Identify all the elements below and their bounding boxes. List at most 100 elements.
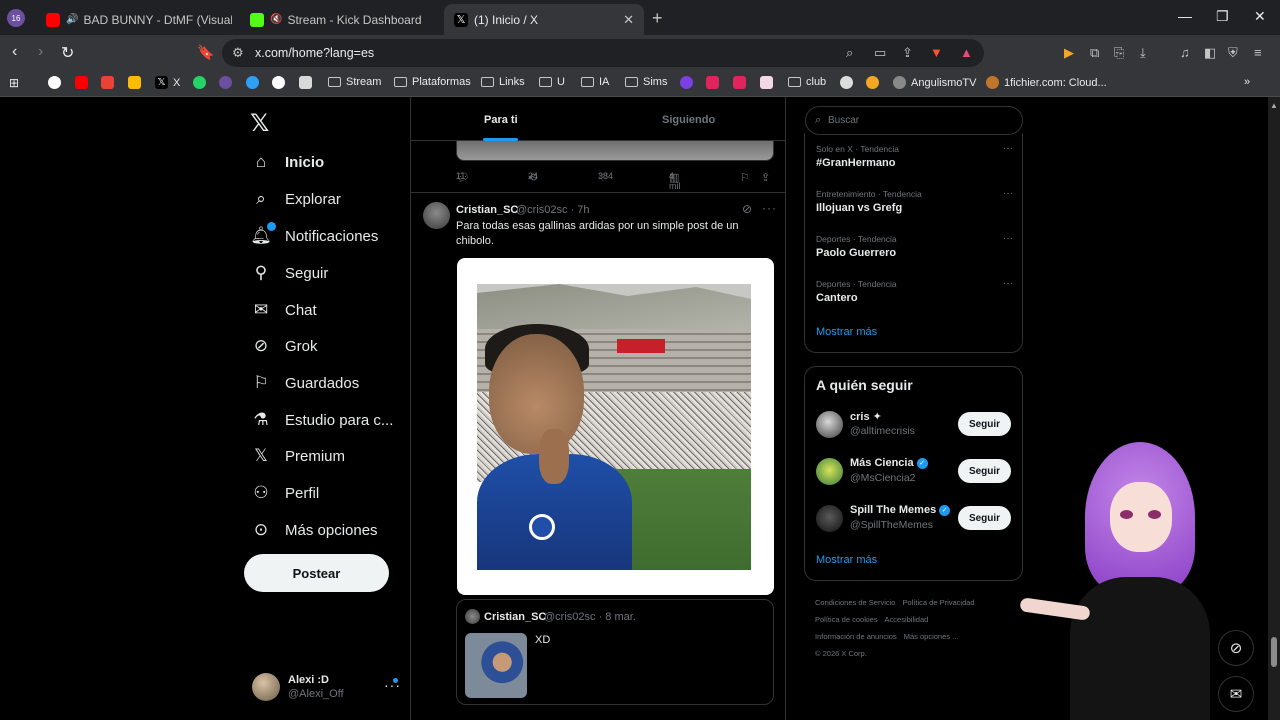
bookmark-page-icon[interactable]: 🔖 (197, 44, 214, 61)
more-icon[interactable]: ··· (1003, 143, 1013, 154)
nav-explorar[interactable]: ⌕ Explorar (250, 184, 341, 214)
bookmark-x[interactable]: 𝕏X (155, 76, 180, 89)
site-16-icon[interactable] (219, 76, 237, 89)
apps-icon[interactable]: ⊞ (9, 76, 19, 90)
bookmark-site-icon[interactable] (733, 76, 751, 89)
tab-x[interactable]: 𝕏 (1) Inicio / X ✕ (444, 4, 644, 35)
more-icon[interactable]: ··· (1003, 278, 1013, 289)
reload-icon[interactable]: ↻ (61, 43, 74, 63)
avatar[interactable] (252, 673, 280, 701)
footer-link[interactable]: Política de cookies (815, 615, 878, 624)
gear-icon[interactable] (840, 76, 858, 89)
footer-link[interactable]: Información de anuncios (815, 632, 897, 641)
nav-premium[interactable]: 𝕏 Premium (250, 441, 345, 471)
gmail-icon[interactable] (101, 76, 119, 89)
nav-mas-opciones[interactable]: ⊙ Más opciones (250, 515, 378, 545)
show-more-follow[interactable]: Mostrar más (816, 554, 877, 566)
grok-float-button[interactable]: ⊘ (1218, 630, 1254, 666)
tab-para-ti[interactable]: Para ti (484, 114, 518, 126)
follow-suggestion[interactable]: cris ✦ @alltimecrisis Seguir (816, 410, 1016, 442)
close-window-icon[interactable]: ✕ (1254, 8, 1266, 25)
grok-icon[interactable]: ⊘ (742, 202, 752, 216)
media-icon[interactable]: ♫ (1180, 45, 1190, 60)
follow-button[interactable]: Seguir (958, 412, 1011, 436)
vpn-icon[interactable]: ⛨ (1228, 45, 1238, 61)
scrollbar-thumb[interactable] (1271, 637, 1277, 667)
trend-item[interactable]: Solo en X · Tendencia #GranHermano (816, 144, 899, 169)
follow-suggestion[interactable]: Más Ciencia ✓ @MsCiencia2 Seguir (816, 457, 1016, 489)
rewards-icon[interactable]: ▲ (960, 45, 973, 60)
nav-grok[interactable]: ⊘ Grok (250, 331, 318, 361)
bookmark-1fichier[interactable]: 1fichier.com: Cloud... (986, 76, 1107, 89)
github-icon[interactable] (272, 76, 290, 89)
cast-icon[interactable]: ▭ (874, 45, 886, 61)
address-bar[interactable]: ⚙ x.com/home?lang=es ⌕ ▭ ⇪ ▼ ▲ (222, 39, 984, 67)
bookmark-plataformas[interactable]: Plataformas (394, 76, 471, 88)
bookmark-stream[interactable]: Stream (328, 76, 381, 88)
more-icon[interactable]: ··· (762, 201, 777, 215)
search-input[interactable]: ⌕ Buscar (805, 106, 1023, 135)
more-icon[interactable]: ··· (1003, 188, 1013, 199)
more-icon[interactable]: ··· (1003, 233, 1013, 244)
extensions-icon[interactable]: ⧉ (1090, 45, 1099, 61)
brave-shield-icon[interactable]: ▼ (930, 45, 943, 60)
bookmark-club[interactable]: club (788, 76, 826, 88)
trend-item[interactable]: Entretenimiento · Tendencia Illojuan vs … (816, 189, 922, 214)
scroll-up-icon[interactable]: ▲ (1270, 101, 1278, 110)
tweet-author-name[interactable]: Cristian_SC (456, 204, 518, 216)
scrollbar[interactable]: ▲ (1268, 97, 1280, 720)
bookmark-ia[interactable]: IA (581, 76, 609, 88)
post-button[interactable]: Postear (244, 554, 389, 592)
footer-link[interactable]: Condiciones de Servicio (815, 598, 895, 607)
minimize-icon[interactable]: — (1178, 8, 1192, 24)
messages-float-button[interactable]: ✉ (1218, 676, 1254, 712)
close-tab-icon[interactable]: ✕ (623, 12, 634, 28)
show-more-trends[interactable]: Mostrar más (816, 326, 877, 338)
tab-youtube[interactable]: 🔊 BAD BUNNY - DtMF (Visualizer) | (36, 4, 232, 35)
footer-link[interactable]: Política de Privacidad (902, 598, 974, 607)
chatgpt-icon[interactable] (299, 76, 317, 89)
forward-icon[interactable]: › (38, 43, 43, 61)
tab-kick[interactable]: 🔇 Stream - Kick Dashboard (240, 4, 440, 35)
heart-icon[interactable] (706, 76, 724, 89)
footer-link[interactable]: Accesibilidad (885, 615, 929, 624)
trend-item[interactable]: Deportes · Tendencia Paolo Guerrero (816, 234, 897, 259)
drive-icon[interactable] (128, 76, 146, 89)
screenshot-icon[interactable]: ⎘ (1114, 45, 1124, 61)
new-tab-icon[interactable]: + (652, 8, 663, 29)
bookmark-angulismotv[interactable]: AngulismoTV (893, 76, 976, 89)
nav-perfil[interactable]: ⚇ Perfil (250, 478, 319, 508)
account-name[interactable]: Alexi :D (288, 674, 329, 686)
google-icon[interactable] (48, 76, 66, 89)
bookmark-site-icon[interactable] (866, 76, 884, 89)
zoom-icon[interactable]: ⌕ (846, 45, 853, 61)
tweet-media[interactable] (457, 258, 774, 595)
sidebar-icon[interactable]: ◧ (1204, 45, 1216, 61)
avatar[interactable] (423, 202, 450, 229)
site-info-icon[interactable]: ⚙ (232, 45, 244, 61)
bookmark-u[interactable]: U (539, 76, 565, 88)
follow-button[interactable]: Seguir (958, 459, 1011, 483)
back-icon[interactable]: ‹ (12, 43, 17, 61)
follow-button[interactable]: Seguir (958, 506, 1011, 530)
edge-icon[interactable] (246, 76, 264, 89)
restore-icon[interactable]: ❐ (1216, 8, 1229, 25)
youtube-bookmark-icon[interactable] (75, 76, 93, 89)
bookmark-site-icon[interactable] (680, 76, 698, 89)
menu-icon[interactable]: ≡ (1254, 45, 1262, 60)
share-icon[interactable]: ⇪ (902, 45, 913, 61)
footer-link[interactable]: Más opciones ... (904, 632, 959, 641)
nav-estudio[interactable]: ⚗ Estudio para c... (250, 405, 393, 435)
bookmark-site-icon[interactable] (760, 76, 778, 89)
trend-item[interactable]: Deportes · Tendencia Cantero (816, 279, 897, 304)
follow-suggestion[interactable]: Spill The Memes ✓ @SpillTheMemes Seguir (816, 504, 1016, 536)
previous-post-media[interactable] (456, 141, 774, 161)
profile-badge[interactable]: 16 (7, 9, 25, 27)
nav-notificaciones[interactable]: 🔔︎ Notificaciones (250, 221, 378, 251)
nav-chat[interactable]: ✉ Chat (250, 295, 317, 325)
nav-seguir[interactable]: ⚲ Seguir (250, 258, 329, 288)
nav-inicio[interactable]: ⌂ Inicio (250, 147, 324, 177)
x-logo-icon[interactable]: 𝕏 (250, 109, 269, 138)
tab-siguiendo[interactable]: Siguiendo (662, 114, 715, 126)
play-extension-icon[interactable]: ▶ (1064, 45, 1074, 61)
